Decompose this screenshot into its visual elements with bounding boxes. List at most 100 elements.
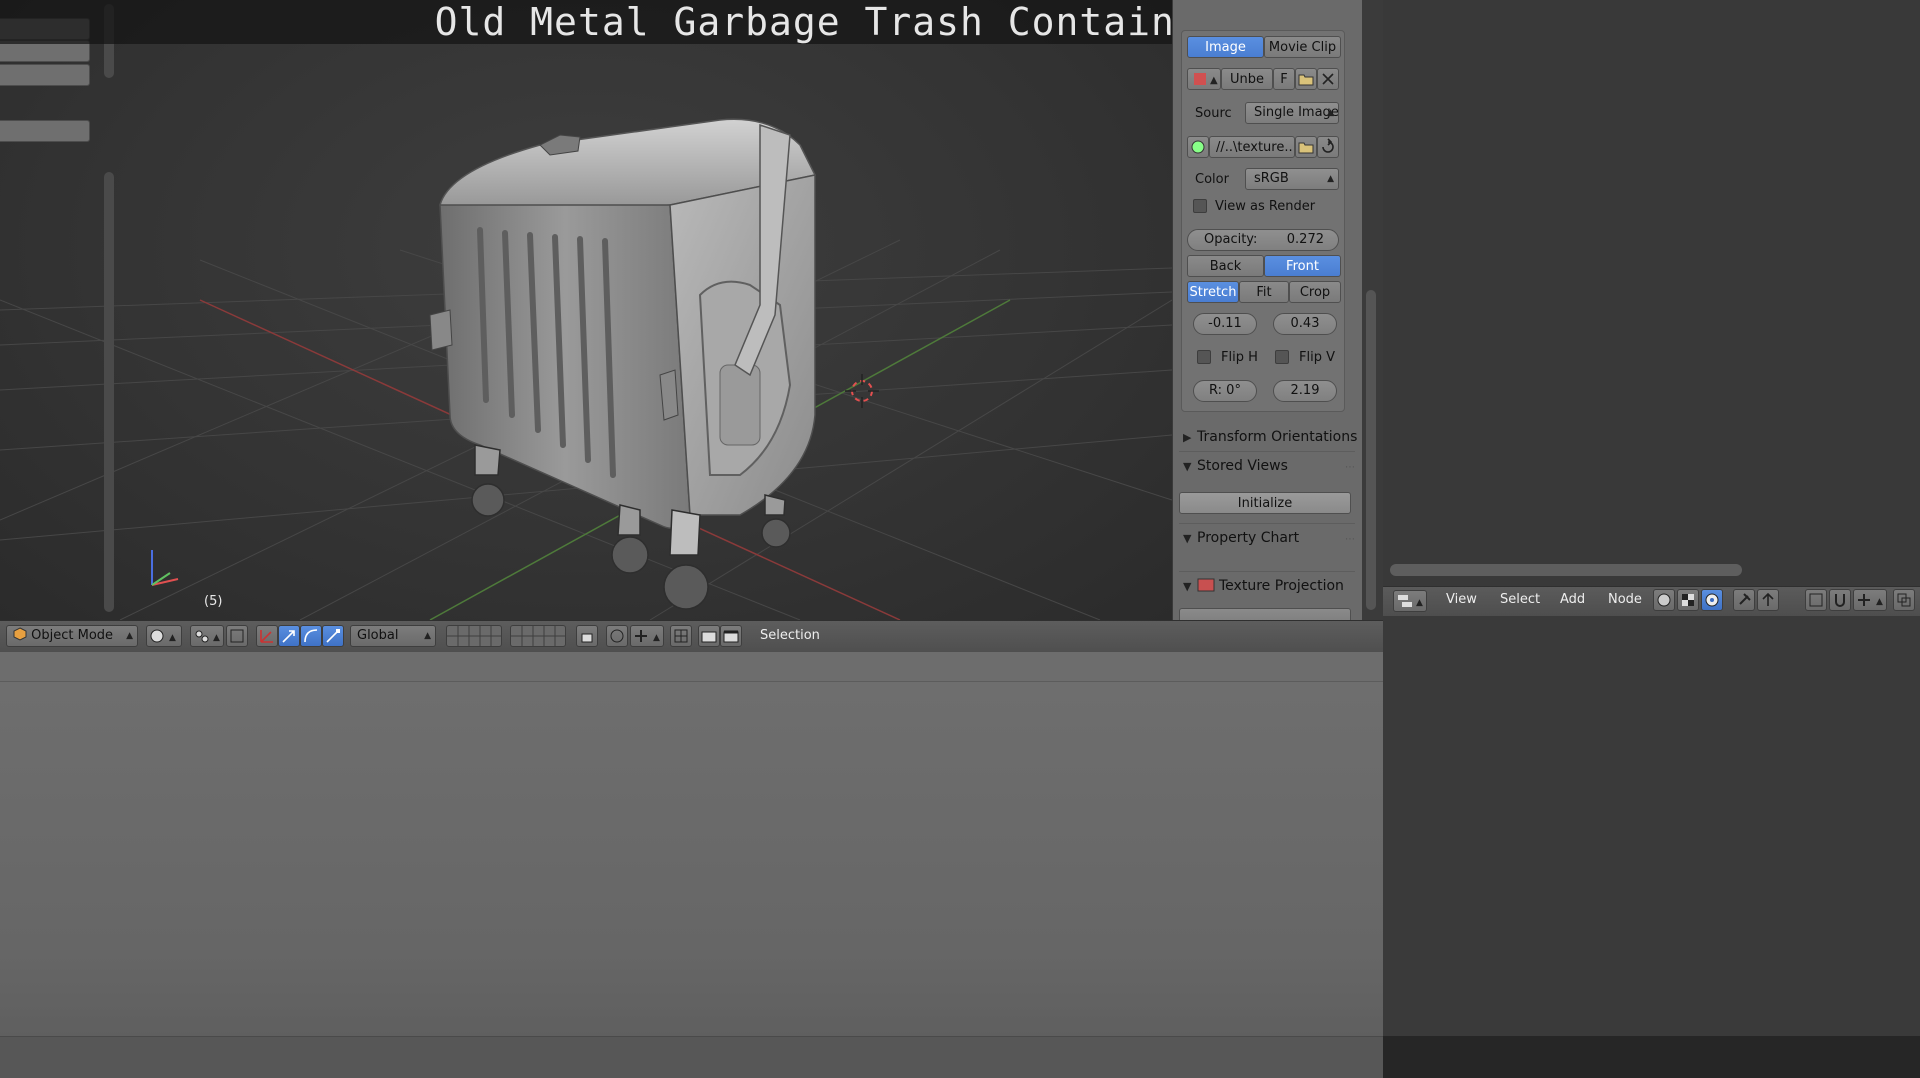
- image-name-field[interactable]: Unbe: [1221, 68, 1273, 90]
- stored-views-label: Stored Views: [1197, 458, 1288, 474]
- filepath-field[interactable]: //..\texture...: [1209, 136, 1295, 158]
- back-button[interactable]: Back: [1187, 255, 1264, 277]
- pin-button[interactable]: [1733, 589, 1755, 611]
- image-browse-button[interactable]: ▲: [1187, 68, 1221, 90]
- camera-icon: [701, 631, 717, 643]
- viewport-shading-select[interactable]: ▲: [146, 625, 182, 647]
- 3d-viewport[interactable]: (5): [0, 0, 1172, 620]
- pivot-point-select[interactable]: ▲: [190, 625, 224, 647]
- timeline-area[interactable]: [0, 652, 1383, 1036]
- shelf-button[interactable]: [0, 120, 90, 142]
- 3d-cursor-icon[interactable]: [845, 374, 879, 408]
- offset-y-field[interactable]: 0.43: [1273, 313, 1337, 335]
- color-space-select[interactable]: sRGB ▲▼: [1245, 168, 1339, 190]
- unlink-image-button[interactable]: [1317, 68, 1339, 90]
- backdrop-button[interactable]: [1805, 589, 1827, 611]
- svg-text:▲: ▲: [1416, 598, 1423, 608]
- image-pack-button[interactable]: [1187, 136, 1209, 158]
- property-chart-label: Property Chart: [1197, 530, 1300, 546]
- opacity-slider[interactable]: Opacity: 0.272: [1187, 229, 1339, 251]
- drag-handle-icon[interactable]: ⋯: [1345, 534, 1355, 545]
- menu-add[interactable]: Add: [1560, 592, 1585, 607]
- copy-nodes-button[interactable]: [1893, 589, 1915, 611]
- source-select[interactable]: Single Image▲▼: [1245, 102, 1339, 124]
- svg-text:▲: ▲: [213, 633, 220, 643]
- crop-button[interactable]: Crop: [1289, 281, 1341, 303]
- transform-orientation-select[interactable]: Global▲▼: [350, 625, 436, 661]
- lock-layers-button[interactable]: [576, 625, 598, 647]
- rotation-field[interactable]: R: 0°: [1193, 380, 1257, 402]
- pivot-align-button[interactable]: [226, 625, 248, 647]
- package-icon: [1191, 140, 1205, 154]
- svg-text:▲: ▲: [653, 633, 660, 643]
- svg-text:▲: ▲: [1210, 75, 1218, 86]
- snap-element-select[interactable]: ▲: [1853, 589, 1887, 611]
- texture-projection-label: Texture Projection: [1219, 578, 1344, 594]
- node-editor[interactable]: [1383, 0, 1920, 620]
- node-editor-canvas[interactable]: [1383, 616, 1920, 1036]
- property-chart-header[interactable]: ▼ Property Chart: [1173, 525, 1362, 551]
- render-button[interactable]: [698, 625, 720, 647]
- snap-element-3d-select[interactable]: ▲: [630, 625, 664, 647]
- panel-scrollbar[interactable]: [1366, 290, 1376, 610]
- manipulator-toggle[interactable]: [256, 625, 278, 647]
- layer-buttons-b[interactable]: [510, 625, 566, 647]
- trash-container-model[interactable]: [420, 115, 880, 615]
- close-icon: [1322, 73, 1334, 85]
- scale-icon: [326, 629, 340, 643]
- translate-manipulator-button[interactable]: [278, 625, 300, 647]
- frame-label: (5): [204, 594, 223, 609]
- texture-projection-button[interactable]: [1179, 608, 1351, 620]
- drag-handle-icon[interactable]: ⋯: [1345, 462, 1355, 473]
- clapper-icon: [723, 630, 739, 643]
- flip-v-checkbox[interactable]: [1275, 350, 1289, 364]
- open-image-button[interactable]: [1295, 68, 1317, 90]
- snap-icon: ▲: [635, 630, 660, 643]
- opacity-value: 0.272: [1286, 232, 1324, 247]
- editor-type-button[interactable]: ▲: [1393, 590, 1427, 612]
- mode-select[interactable]: Object Mode▲▼: [6, 625, 138, 661]
- grid-icon: [674, 629, 688, 643]
- updown-arrow-icon: ▲▼: [1327, 108, 1334, 118]
- reload-button[interactable]: [1317, 136, 1339, 158]
- transform-orientations-header[interactable]: ▶ Transform Orientations: [1173, 424, 1362, 450]
- menu-select[interactable]: Select: [1500, 592, 1540, 607]
- render-animation-button[interactable]: [720, 625, 742, 647]
- shelf-scrollbar[interactable]: [104, 172, 114, 612]
- fake-user-button[interactable]: F: [1273, 68, 1295, 90]
- tool-shelf: [0, 0, 116, 620]
- scale-manipulator-button[interactable]: [322, 625, 344, 647]
- front-button[interactable]: Front: [1264, 255, 1341, 277]
- parent-node-button[interactable]: [1757, 589, 1779, 611]
- stored-views-header[interactable]: ▼ Stored Views: [1173, 453, 1362, 479]
- shader-nodes-button[interactable]: [1653, 589, 1675, 611]
- proportional-edit-button[interactable]: [606, 625, 628, 647]
- tab-image[interactable]: Image: [1187, 36, 1264, 58]
- menu-node[interactable]: Node: [1608, 592, 1642, 607]
- rotate-manipulator-button[interactable]: [300, 625, 322, 647]
- texture-nodes-button[interactable]: [1677, 589, 1699, 611]
- svg-text:▲: ▲: [1876, 597, 1883, 607]
- layer-buttons-a[interactable]: [446, 625, 502, 647]
- offset-x-field[interactable]: -0.11: [1193, 313, 1257, 335]
- node-editor-scrollbar[interactable]: [1390, 564, 1742, 576]
- updown-arrow-icon: ▲▼: [1327, 174, 1334, 184]
- compositing-nodes-button[interactable]: [1701, 589, 1723, 611]
- collapsed-arrow-icon: ▶: [1183, 431, 1192, 444]
- folder-icon: [1298, 74, 1314, 86]
- snap-button[interactable]: [1829, 589, 1851, 611]
- snap-grid-button[interactable]: [670, 625, 692, 647]
- shelf-button[interactable]: [0, 64, 90, 86]
- fit-button[interactable]: Fit: [1239, 281, 1289, 303]
- folder-icon: [1298, 142, 1314, 154]
- tab-movie-clip[interactable]: Movie Clip: [1264, 36, 1341, 58]
- separator: [1179, 523, 1355, 524]
- menu-view[interactable]: View: [1446, 592, 1477, 607]
- view-as-render-checkbox[interactable]: [1193, 199, 1207, 213]
- size-field[interactable]: 2.19: [1273, 380, 1337, 402]
- flip-h-checkbox[interactable]: [1197, 350, 1211, 364]
- stretch-button[interactable]: Stretch: [1187, 281, 1239, 303]
- initialize-button[interactable]: Initialize: [1179, 492, 1351, 514]
- browse-file-button[interactable]: [1295, 136, 1317, 158]
- texture-projection-header[interactable]: ▼ Texture Projection: [1173, 573, 1362, 599]
